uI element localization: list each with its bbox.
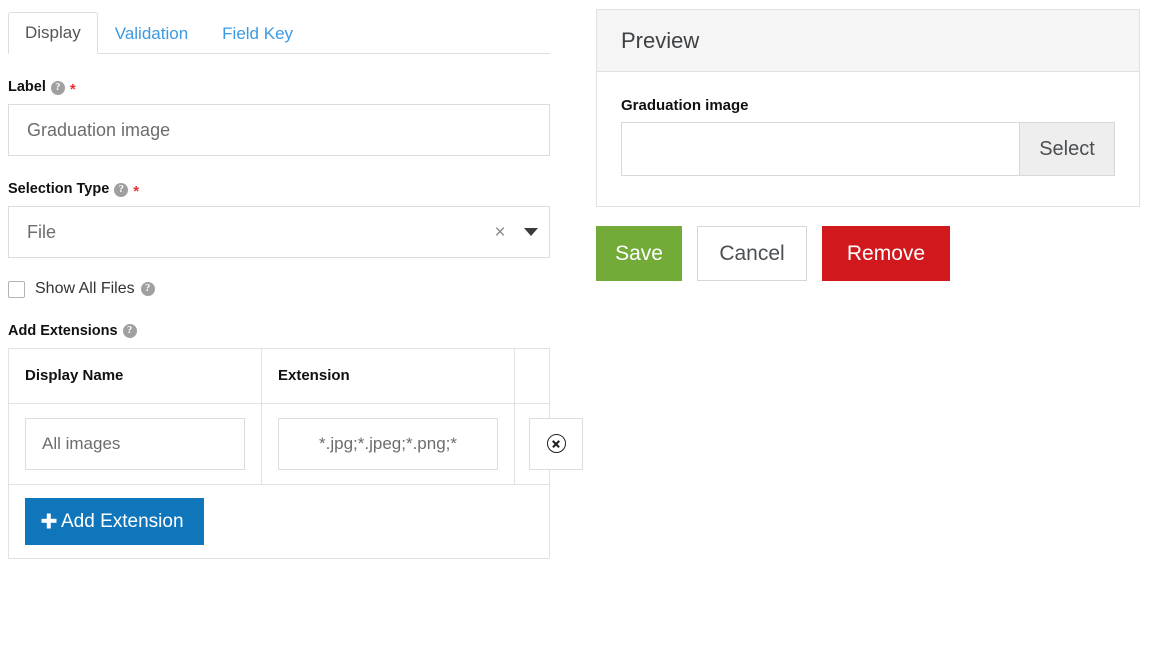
selection-type-caption: Selection Type ? * <box>8 181 550 200</box>
preview-panel-body: Graduation image Select <box>597 72 1139 206</box>
show-all-files-label: Show All Files ? <box>35 280 155 298</box>
show-all-files-row[interactable]: Show All Files ? <box>8 280 550 298</box>
preview-file-input-group: Select <box>621 122 1115 176</box>
select-file-button[interactable]: Select <box>1019 122 1115 176</box>
add-extensions-group: Add Extensions ? Display Name Extension <box>8 324 583 559</box>
extensions-table-head: Display Name Extension <box>8 347 550 404</box>
label-input[interactable] <box>8 104 550 156</box>
action-button-row: Save Cancel Remove <box>596 226 1140 281</box>
help-icon[interactable]: ? <box>122 324 137 339</box>
field-settings-column: Display Validation Field Key Label ? * S… <box>8 10 583 559</box>
tab-field-key-label: Field Key <box>222 24 294 43</box>
add-extensions-caption: Add Extensions ? <box>8 324 550 339</box>
selection-type-value: File <box>27 221 57 242</box>
plus-icon <box>41 514 56 529</box>
show-all-files-checkbox[interactable] <box>8 280 25 298</box>
tab-display-label: Display <box>25 23 81 42</box>
preview-title: Preview <box>621 27 700 53</box>
cell-add-extension: Add Extension <box>8 483 550 559</box>
tab-display[interactable]: Display <box>8 12 98 54</box>
cell-row-actions <box>514 402 583 485</box>
help-icon[interactable]: ? <box>114 182 129 197</box>
cell-display-name <box>8 402 262 485</box>
preview-file-input[interactable] <box>621 122 1019 176</box>
tab-bar: Display Validation Field Key <box>8 10 550 54</box>
cell-extension <box>261 402 515 485</box>
required-asterisk: * <box>69 81 76 98</box>
remove-circle-icon <box>546 434 566 453</box>
selection-type-text: Selection Type <box>8 181 110 198</box>
add-extensions-text: Add Extensions <box>8 323 118 339</box>
help-icon[interactable]: ? <box>50 80 65 95</box>
extensions-table-body: Add Extension <box>8 402 583 559</box>
field-editor-screen: Display Validation Field Key Label ? * S… <box>0 0 1153 654</box>
tab-validation-label: Validation <box>114 24 189 43</box>
label-field-group: Label ? * <box>8 80 550 156</box>
label-field-text: Label <box>8 79 46 96</box>
extension-input[interactable] <box>278 417 498 470</box>
clear-icon[interactable]: × <box>487 223 513 242</box>
required-asterisk: * <box>133 183 140 200</box>
help-icon[interactable]: ? <box>140 282 155 296</box>
table-footer-row: Add Extension <box>8 483 550 559</box>
tab-validation[interactable]: Validation <box>98 13 205 54</box>
tab-field-key[interactable]: Field Key <box>205 13 310 54</box>
preview-column: Preview Graduation image Select Save Can… <box>596 9 1140 281</box>
remove-extension-button[interactable] <box>529 417 583 470</box>
selection-type-select[interactable]: File × <box>8 206 550 258</box>
selection-type-group: Selection Type ? * File × <box>8 182 550 258</box>
preview-panel-header: Preview <box>597 10 1139 72</box>
column-extension: Extension <box>261 347 515 404</box>
save-button[interactable]: Save <box>596 226 682 281</box>
add-extension-button[interactable]: Add Extension <box>25 497 204 545</box>
preview-panel: Preview Graduation image Select <box>596 9 1140 207</box>
preview-field-label: Graduation image <box>621 97 749 114</box>
column-actions <box>514 347 550 404</box>
show-all-files-text: Show All Files <box>35 280 135 297</box>
cancel-button[interactable]: Cancel <box>697 226 807 281</box>
column-display-name: Display Name <box>8 347 262 404</box>
extensions-table: Display Name Extension All images *.jpg;… <box>8 347 583 559</box>
table-header-row: Display Name Extension <box>8 347 550 404</box>
add-extension-label: Add Extension <box>61 510 184 532</box>
remove-button[interactable]: Remove <box>822 226 950 281</box>
label-field-caption: Label ? * <box>8 79 550 98</box>
chevron-down-icon[interactable] <box>513 228 549 236</box>
display-name-input[interactable] <box>25 417 245 470</box>
table-row <box>8 402 583 485</box>
